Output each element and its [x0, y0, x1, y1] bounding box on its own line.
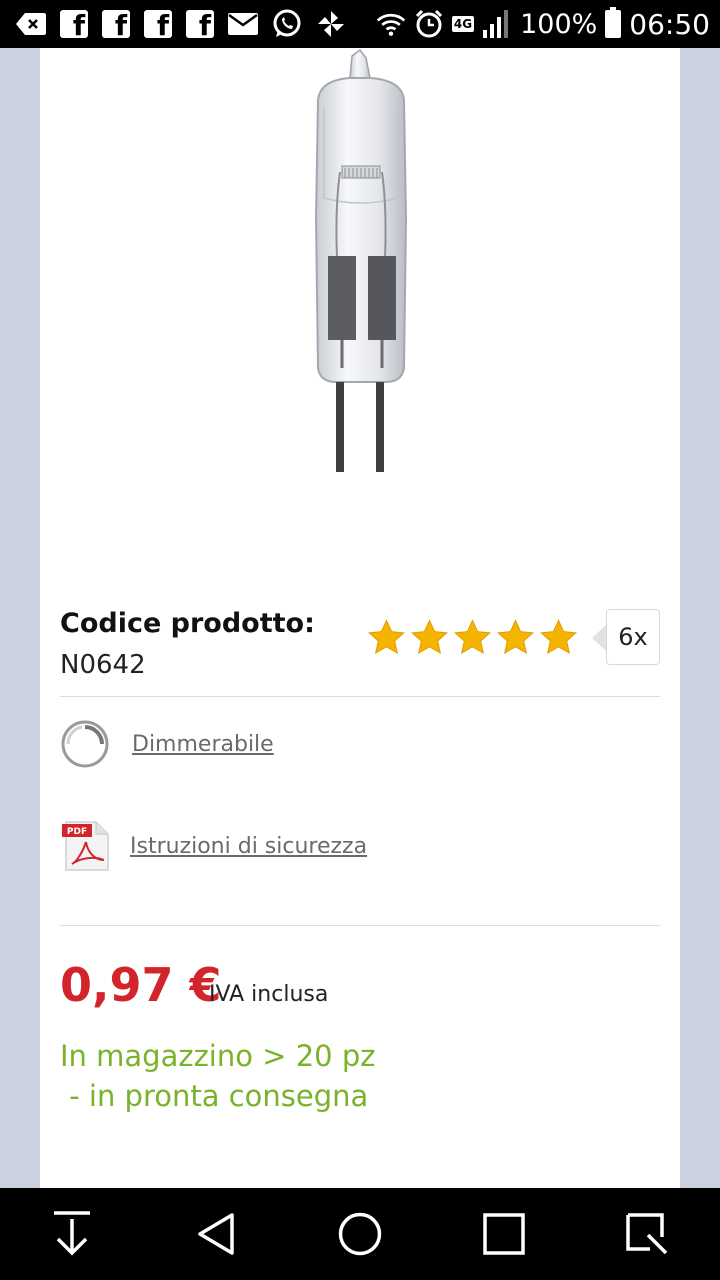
svg-text:PDF: PDF [67, 827, 87, 837]
star-icon [539, 619, 578, 654]
wifi-icon [376, 9, 406, 39]
home-button[interactable] [325, 1199, 395, 1269]
product-code-label: Codice prodotto: [60, 608, 315, 639]
notification-down-icon [54, 1211, 90, 1256]
vat-note: IVA inclusa [209, 982, 329, 1007]
mail-icon [228, 9, 258, 39]
star-icon [453, 619, 492, 654]
recents-button[interactable] [469, 1199, 539, 1269]
back-icon [198, 1213, 234, 1255]
capture-icon [626, 1213, 668, 1255]
navigation-bar [0, 1188, 720, 1280]
star-icon [496, 619, 535, 654]
notification-icons [16, 9, 346, 42]
safety-instructions-link[interactable]: Istruzioni di sicurezza [130, 834, 367, 859]
product-card: Codice prodotto: N0642 6x Dimmerabile PD… [40, 48, 680, 1188]
product-price: 0,97 € [60, 958, 222, 1012]
review-count-badge[interactable]: 6x [592, 609, 660, 665]
divider [60, 696, 660, 697]
battery-percentage: 100% [520, 8, 598, 40]
whatsapp-icon [272, 9, 302, 39]
pinwheel-icon [316, 9, 346, 39]
alarm-icon [414, 9, 444, 39]
recents-icon [483, 1213, 525, 1255]
pdf-icon: PDF [62, 821, 109, 871]
home-icon [338, 1212, 382, 1256]
star-icon [367, 619, 406, 654]
battery-icon [605, 7, 622, 38]
facebook-icon [60, 9, 88, 42]
status-bar: 4G 100% 06:50 [0, 0, 720, 48]
facebook-icon [144, 9, 172, 42]
feature-dimmable[interactable]: Dimmerabile [60, 719, 274, 769]
back-button[interactable] [181, 1199, 251, 1269]
product-image-halogen-bulb[interactable] [290, 48, 430, 478]
rating-stars[interactable] [366, 618, 579, 658]
dimmable-link[interactable]: Dimmerabile [132, 732, 274, 757]
capture-button[interactable] [613, 1199, 683, 1269]
signal-icon [482, 9, 512, 39]
star-icon [410, 619, 449, 654]
network-4g-icon: 4G [451, 16, 475, 32]
product-code-value: N0642 [60, 650, 146, 680]
facebook-icon [102, 9, 130, 42]
feature-safety-instructions[interactable]: PDF Istruzioni di sicurezza [60, 820, 367, 872]
divider [60, 925, 660, 926]
notification-collapse-icon [16, 9, 46, 39]
dimmable-icon [61, 720, 109, 768]
clock: 06:50 [629, 7, 710, 41]
stock-status: In magazzino > 20 pz - in pronta consegn… [60, 1039, 376, 1113]
notification-down-button[interactable] [37, 1199, 107, 1269]
facebook-icon [186, 9, 214, 42]
